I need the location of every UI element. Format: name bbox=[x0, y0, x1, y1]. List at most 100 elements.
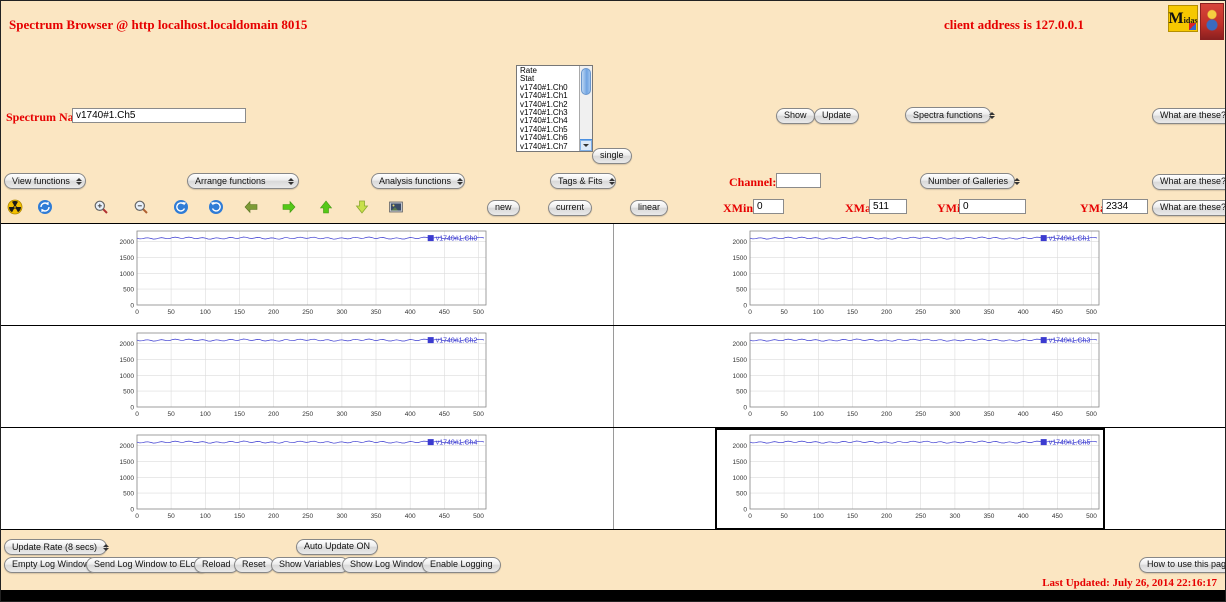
svg-text:500: 500 bbox=[736, 491, 747, 498]
channel-input[interactable] bbox=[776, 173, 821, 188]
reset-button[interactable]: Reset bbox=[234, 557, 274, 573]
spectrum-chart-2[interactable]: 0501001502002503003504004505000500100015… bbox=[104, 328, 490, 426]
tags-fits-label: Tags & Fits bbox=[558, 176, 603, 186]
number-of-galleries-select[interactable]: Number of Galleries bbox=[920, 173, 1015, 189]
svg-text:v1740#1.Ch4: v1740#1.Ch4 bbox=[436, 440, 478, 447]
chart-row-3: 0501001502002503003504004505000500100015… bbox=[1, 428, 1226, 530]
svg-text:400: 400 bbox=[1018, 513, 1029, 520]
what-are-these-button-1[interactable]: What are these? bbox=[1152, 108, 1226, 124]
enable-logging-button[interactable]: Enable Logging bbox=[422, 557, 501, 573]
rotate-right-icon[interactable] bbox=[208, 199, 224, 215]
svg-text:v1740#1.Ch1: v1740#1.Ch1 bbox=[1049, 236, 1091, 243]
charts-grid: 0501001502002503003504004505000500100015… bbox=[1, 223, 1226, 530]
svg-text:0: 0 bbox=[130, 303, 134, 310]
arrow-down-icon[interactable] bbox=[354, 199, 370, 215]
scroll-down-button[interactable] bbox=[580, 139, 592, 151]
svg-text:100: 100 bbox=[200, 513, 211, 520]
spectrum-chart-0[interactable]: 0501001502002503003504004505000500100015… bbox=[104, 226, 490, 324]
spectrum-chart-1[interactable]: 0501001502002503003504004505000500100015… bbox=[717, 226, 1103, 324]
channel-label: Channel: bbox=[729, 175, 776, 190]
page-title: Spectrum Browser @ http localhost.locald… bbox=[9, 17, 307, 33]
svg-text:500: 500 bbox=[123, 491, 134, 498]
what-are-these-button-3[interactable]: What are these? bbox=[1152, 200, 1226, 216]
update-rate-select[interactable]: Update Rate (8 secs) bbox=[4, 539, 107, 555]
svg-text:200: 200 bbox=[881, 309, 892, 316]
select-arrows-icon bbox=[288, 178, 294, 185]
svg-text:300: 300 bbox=[336, 411, 347, 418]
current-button[interactable]: current bbox=[548, 200, 592, 216]
number-of-galleries-label: Number of Galleries bbox=[928, 176, 1008, 186]
how-to-use-button[interactable]: How to use this page bbox=[1139, 557, 1226, 573]
svg-text:500: 500 bbox=[1086, 411, 1097, 418]
svg-text:400: 400 bbox=[1018, 411, 1029, 418]
svg-text:450: 450 bbox=[1052, 309, 1063, 316]
update-button[interactable]: Update bbox=[814, 108, 859, 124]
list-item[interactable]: v1740#1.Ch7 bbox=[520, 143, 579, 151]
svg-text:2000: 2000 bbox=[120, 443, 135, 450]
bottom-bar bbox=[1, 590, 1225, 601]
svg-text:150: 150 bbox=[234, 411, 245, 418]
svg-text:200: 200 bbox=[268, 309, 279, 316]
chart-row-1: 0501001502002503003504004505000500100015… bbox=[1, 224, 1226, 326]
select-arrows-icon bbox=[1014, 178, 1020, 185]
refresh-icon[interactable] bbox=[37, 199, 53, 215]
svg-text:v1740#1.Ch5: v1740#1.Ch5 bbox=[1049, 440, 1091, 447]
zoom-out-icon[interactable] bbox=[133, 199, 149, 215]
linear-button[interactable]: linear bbox=[630, 200, 668, 216]
xmax-input[interactable] bbox=[869, 199, 907, 214]
zoom-in-icon[interactable] bbox=[93, 199, 109, 215]
svg-text:1000: 1000 bbox=[733, 271, 748, 278]
auto-update-button[interactable]: Auto Update ON bbox=[296, 539, 378, 555]
listbox-scrollbar[interactable] bbox=[579, 66, 592, 151]
svg-text:500: 500 bbox=[736, 287, 747, 294]
view-functions-select[interactable]: View functions bbox=[4, 173, 86, 189]
arrow-left-icon[interactable] bbox=[243, 199, 259, 215]
svg-text:350: 350 bbox=[371, 411, 382, 418]
send-log-to-elog-button[interactable]: Send Log Window to ELog bbox=[86, 557, 209, 573]
ymax-input[interactable] bbox=[1102, 199, 1148, 214]
spectrum-chart-5[interactable]: 0501001502002503003504004505000500100015… bbox=[717, 430, 1103, 528]
ymin-input[interactable] bbox=[959, 199, 1026, 214]
svg-text:400: 400 bbox=[405, 309, 416, 316]
svg-text:v1740#1.Ch2: v1740#1.Ch2 bbox=[436, 338, 478, 345]
radiation-icon[interactable] bbox=[7, 199, 23, 215]
show-variables-button[interactable]: Show Variables bbox=[271, 557, 349, 573]
secondary-logo bbox=[1200, 3, 1224, 40]
analysis-functions-select[interactable]: Analysis functions bbox=[371, 173, 465, 189]
svg-text:450: 450 bbox=[439, 309, 450, 316]
new-button[interactable]: new bbox=[487, 200, 520, 216]
svg-text:250: 250 bbox=[915, 309, 926, 316]
arrow-right-icon[interactable] bbox=[281, 199, 297, 215]
svg-text:2000: 2000 bbox=[120, 341, 135, 348]
svg-text:1500: 1500 bbox=[120, 357, 135, 364]
spectrum-listbox[interactable]: RateStatv1740#1.Ch0v1740#1.Ch1v1740#1.Ch… bbox=[516, 65, 593, 152]
rotate-left-icon[interactable] bbox=[173, 199, 189, 215]
svg-text:500: 500 bbox=[123, 389, 134, 396]
select-arrows-icon bbox=[76, 178, 82, 185]
spectrum-name-input[interactable] bbox=[72, 108, 246, 123]
what-are-these-button-2[interactable]: What are these? bbox=[1152, 174, 1226, 190]
svg-text:2000: 2000 bbox=[120, 239, 135, 246]
spectrum-chart-4[interactable]: 0501001502002503003504004505000500100015… bbox=[104, 430, 490, 528]
svg-text:200: 200 bbox=[881, 513, 892, 520]
gallery-icon[interactable] bbox=[388, 199, 404, 215]
arrange-functions-select[interactable]: Arrange functions bbox=[187, 173, 299, 189]
show-log-window-button[interactable]: Show Log Window bbox=[342, 557, 433, 573]
spectra-functions-select[interactable]: Spectra functions bbox=[905, 107, 991, 123]
scrollbar-thumb[interactable] bbox=[581, 68, 591, 95]
single-button[interactable]: single bbox=[592, 148, 632, 164]
svg-text:500: 500 bbox=[736, 389, 747, 396]
xmin-input[interactable] bbox=[753, 199, 784, 214]
show-button[interactable]: Show bbox=[776, 108, 815, 124]
svg-text:0: 0 bbox=[743, 405, 747, 412]
spectrum-chart-3[interactable]: 0501001502002503003504004505000500100015… bbox=[717, 328, 1103, 426]
svg-text:450: 450 bbox=[1052, 411, 1063, 418]
reload-button[interactable]: Reload bbox=[194, 557, 239, 573]
svg-text:2000: 2000 bbox=[733, 341, 748, 348]
arrow-up-icon[interactable] bbox=[318, 199, 334, 215]
svg-text:0: 0 bbox=[748, 513, 752, 520]
svg-text:100: 100 bbox=[813, 411, 824, 418]
empty-log-window-button[interactable]: Empty Log Window bbox=[4, 557, 98, 573]
tags-fits-select[interactable]: Tags & Fits bbox=[550, 173, 616, 189]
midas-logo-art-icon bbox=[1189, 23, 1196, 30]
